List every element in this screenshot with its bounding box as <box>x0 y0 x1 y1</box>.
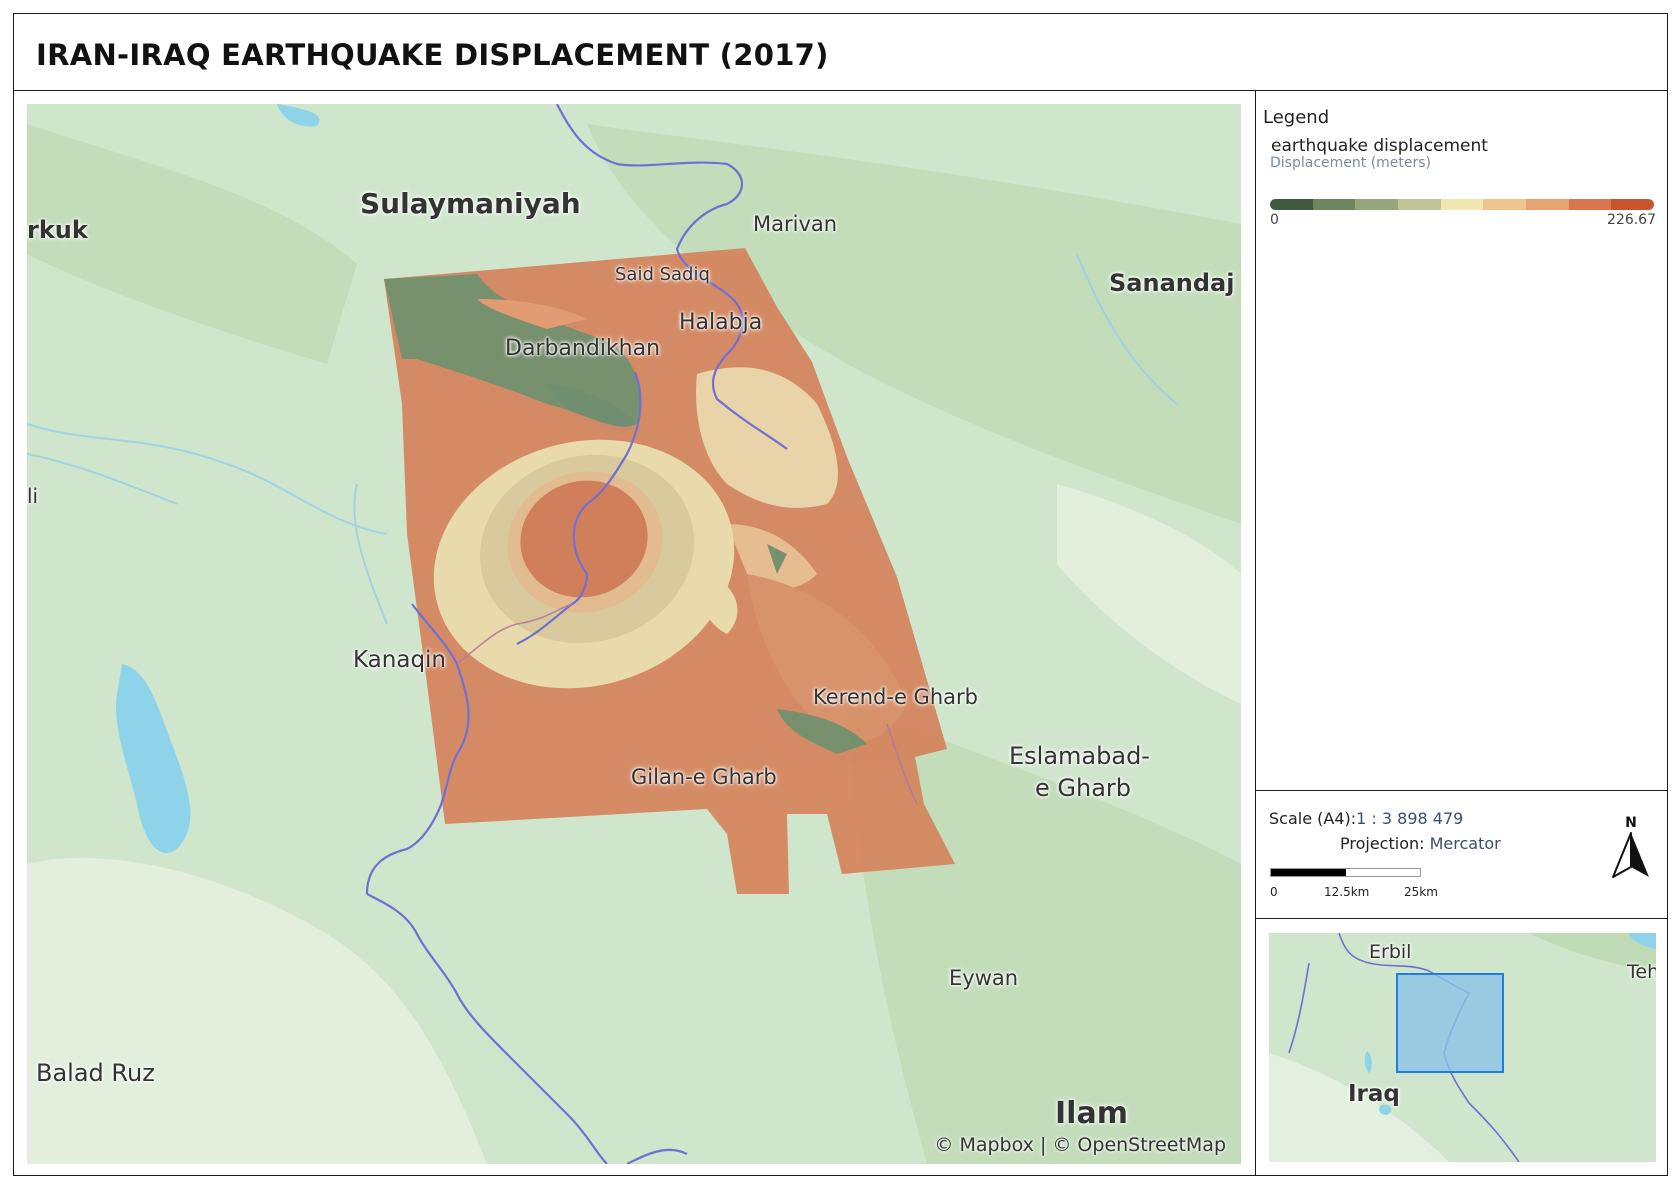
scale-tick-2: 25km <box>1404 885 1438 899</box>
ramp-step-3 <box>1398 199 1441 210</box>
label-balad-ruz: Balad Ruz <box>36 1059 155 1087</box>
layout-frame: IRAN-IRAQ EARTHQUAKE DISPLACEMENT (2017) <box>13 13 1668 1176</box>
scale-text: Scale (A4):1 : 3 898 479 <box>1269 809 1463 828</box>
main-map[interactable]: Sulaymaniyah rkuk Marivan Sanandaj Said … <box>27 104 1241 1164</box>
label-sanandaj: Sanandaj <box>1109 269 1235 297</box>
label-eywan: Eywan <box>949 966 1019 990</box>
label-gilan: Gilan-e Gharb <box>631 765 777 789</box>
overview-label-teh: Teh <box>1627 961 1656 983</box>
label-ilam: Ilam <box>1055 1096 1128 1131</box>
label-kanaqin: Kanaqin <box>353 647 447 673</box>
legend-title: Legend <box>1263 107 1330 128</box>
ramp-step-4 <box>1440 199 1484 210</box>
ramp-step-5 <box>1483 199 1527 210</box>
label-marivan: Marivan <box>753 212 838 236</box>
ramp-step-1 <box>1312 199 1356 210</box>
map-panel: Sulaymaniyah rkuk Marivan Sanandaj Said … <box>14 91 1256 1175</box>
basemap-svg <box>27 104 1241 1164</box>
scale-label: Scale (A4): <box>1269 809 1357 828</box>
scale-section: Scale (A4):1 : 3 898 479 Projection: Mer… <box>1256 791 1667 919</box>
legend: Legend earthquake displacement Displacem… <box>1256 91 1667 791</box>
overview-svg <box>1269 933 1656 1162</box>
label-said-sadiq: Said Sadiq <box>615 264 710 285</box>
scale-value: 1 : 3 898 479 <box>1356 809 1464 828</box>
ramp-max-label: 226.67 <box>1607 212 1656 228</box>
label-kerend: Kerend-e Gharb <box>813 685 978 709</box>
ramp-step-6 <box>1526 199 1569 210</box>
title-bar: IRAN-IRAQ EARTHQUAKE DISPLACEMENT (2017) <box>14 14 1667 91</box>
label-li: li <box>27 484 39 508</box>
ramp-step-8 <box>1611 199 1654 210</box>
side-panel: Legend earthquake displacement Displacem… <box>1256 91 1667 1175</box>
label-sulaymaniyah: Sulaymaniyah <box>360 187 581 220</box>
overview-label-iraq: Iraq <box>1348 1081 1400 1107</box>
overview-label-erbil: Erbil <box>1369 941 1412 963</box>
label-halabja: Halabja <box>679 310 763 335</box>
ramp-step-2 <box>1355 199 1399 210</box>
label-darbandikhan: Darbandikhan <box>505 336 661 361</box>
legend-layer-name: earthquake displacement <box>1271 136 1488 156</box>
overview-extent <box>1396 973 1504 1073</box>
map-attribution[interactable]: © Mapbox | © OpenStreetMap <box>934 1134 1226 1156</box>
label-eslamabad-line1: Eslamabad- <box>1009 742 1150 770</box>
overview-map[interactable]: Erbil Teh Iraq <box>1269 933 1656 1162</box>
ramp-step-0 <box>1270 199 1313 210</box>
projection-label: Projection: <box>1340 834 1425 853</box>
north-arrow-icon <box>1612 832 1649 878</box>
overview-map-section: Erbil Teh Iraq <box>1256 919 1667 1175</box>
north-label: N <box>1625 815 1637 831</box>
ramp-step-7 <box>1568 199 1612 210</box>
projection-value: Mercator <box>1429 834 1501 853</box>
scale-tick-1: 12.5km <box>1324 885 1370 899</box>
ramp-min-label: 0 <box>1270 212 1279 228</box>
scale-tick-0: 0 <box>1270 885 1278 899</box>
label-kirkuk: rkuk <box>27 216 88 244</box>
projection-text: Projection: Mercator <box>1340 834 1501 853</box>
scale-bar <box>1270 868 1421 877</box>
color-ramp <box>1270 199 1654 210</box>
map-title: IRAN-IRAQ EARTHQUAKE DISPLACEMENT (2017) <box>36 38 829 72</box>
legend-subtitle: Displacement (meters) <box>1270 155 1432 171</box>
north-arrow: N <box>1611 815 1651 883</box>
label-eslamabad-line2: e Gharb <box>1035 774 1132 802</box>
